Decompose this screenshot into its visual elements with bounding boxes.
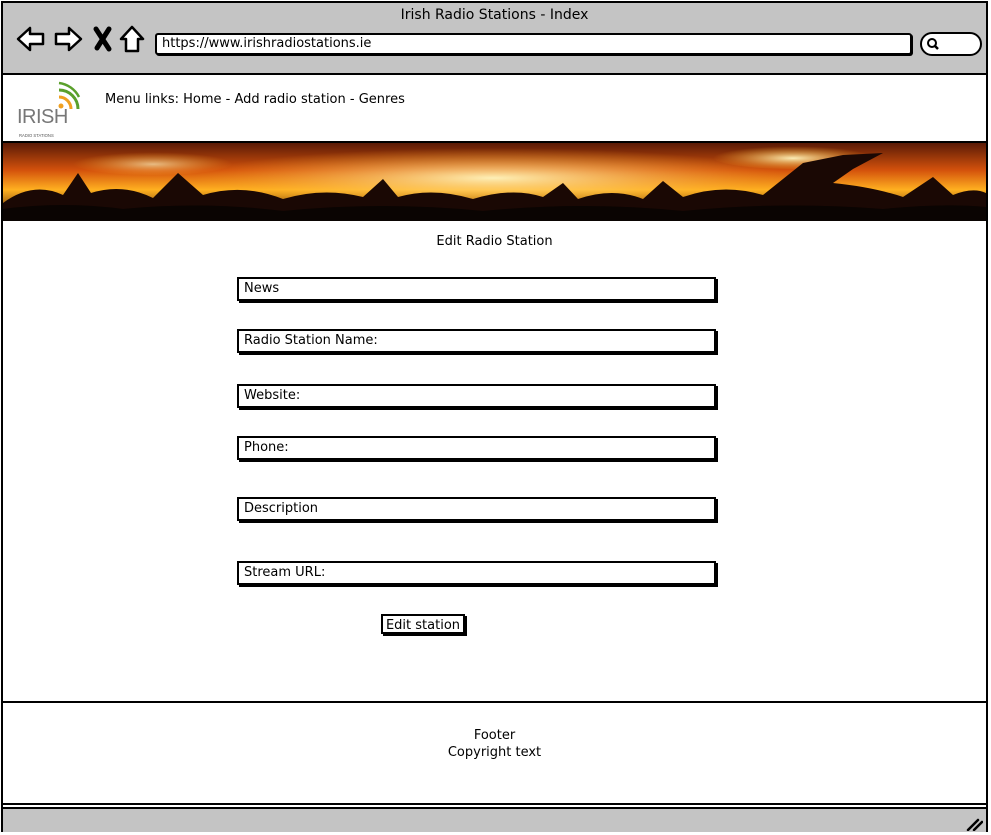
edit-station-button[interactable]: Edit station [381,614,465,634]
search-input[interactable] [920,32,982,56]
browser-window: Irish Radio Stations - Index https://www… [1,1,988,832]
copyright-text: Copyright text [447,745,542,760]
footer-title: Footer [473,728,516,743]
address-bar[interactable]: https://www.irishradiostations.ie [155,33,912,55]
hero-banner-image [3,143,986,221]
phone-field[interactable]: Phone: [237,436,716,460]
status-bar [3,807,986,832]
back-arrow-icon[interactable] [15,23,47,55]
concert-crowd-image [3,143,986,221]
site-footer: Footer Copyright text [3,703,986,805]
news-field[interactable]: News [237,277,716,301]
description-field[interactable]: Description [237,497,716,521]
resize-handle-icon[interactable] [965,817,983,831]
stream-url-field[interactable]: Stream URL: [237,561,716,585]
edit-station-form: Edit Radio Station News Radio Station Na… [3,221,986,703]
site-logo[interactable]: IRISH RADIO STATIONS [15,79,81,139]
logo-subtext: RADIO STATIONS [19,133,54,138]
website-field[interactable]: Website: [237,384,716,408]
search-icon [927,38,939,50]
forward-arrow-icon[interactable] [52,23,84,55]
window-title: Irish Radio Stations - Index [400,7,589,23]
logo-text: IRISH [17,106,68,128]
station-name-field[interactable]: Radio Station Name: [237,329,716,353]
menu-links[interactable]: Menu links: Home - Add radio station - G… [105,92,405,107]
site-header: IRISH RADIO STATIONS Menu links: Home - … [3,75,986,143]
home-icon[interactable] [116,23,148,55]
browser-toolbar: Irish Radio Stations - Index https://www… [3,3,986,75]
form-title: Edit Radio Station [436,234,553,249]
